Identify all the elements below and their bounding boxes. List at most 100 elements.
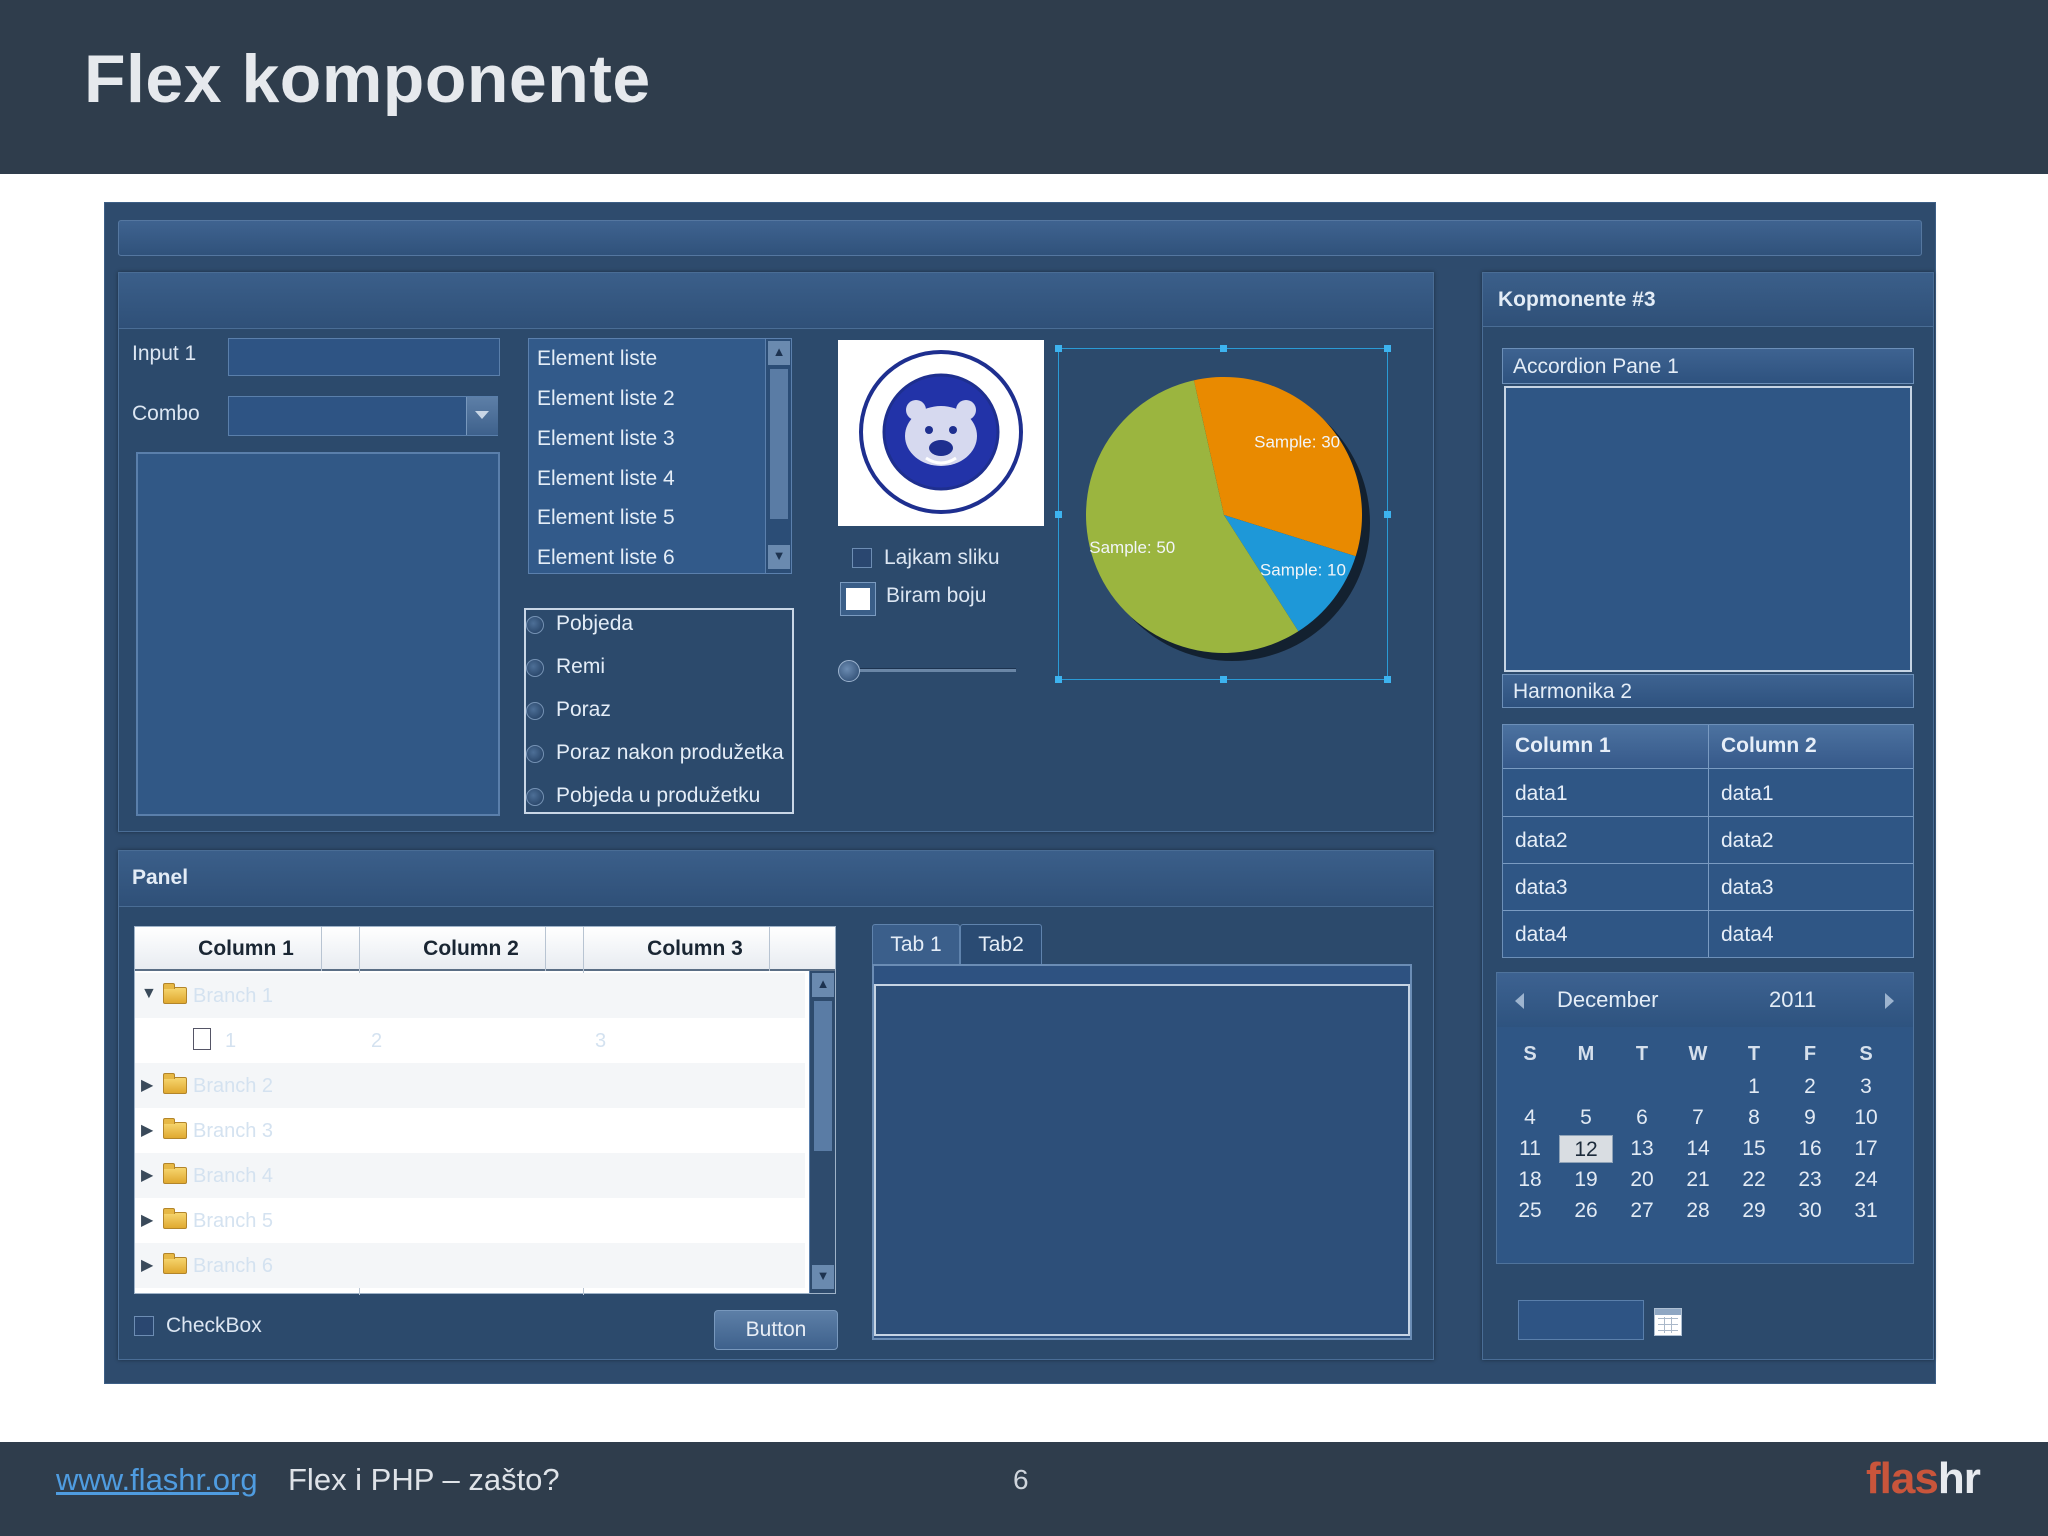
selection-handle[interactable] <box>1055 676 1062 683</box>
like-image-checkbox[interactable] <box>852 548 872 568</box>
scroll-up-icon[interactable]: ▲ <box>812 973 834 997</box>
calendar-day[interactable]: 16 <box>1783 1135 1837 1163</box>
radio-button[interactable] <box>526 745 544 763</box>
slider-track[interactable] <box>848 668 1016 672</box>
list-box[interactable]: Element liste Element liste 2 Element li… <box>528 338 792 574</box>
list-scrollbar[interactable]: ▲ ▼ <box>765 339 791 573</box>
expand-arrow-icon[interactable]: ▶ <box>141 1120 153 1140</box>
checkbox[interactable] <box>134 1316 154 1336</box>
data-cell[interactable]: data4 <box>1503 912 1708 958</box>
data-cell[interactable]: data3 <box>1503 865 1708 911</box>
column-header[interactable]: Column 3 <box>583 937 807 961</box>
calendar-icon[interactable] <box>1654 1308 1682 1336</box>
calendar-day[interactable]: 30 <box>1783 1197 1837 1225</box>
color-picker[interactable] <box>840 582 876 616</box>
calendar-day[interactable]: 19 <box>1559 1166 1613 1194</box>
calendar-day[interactable]: 10 <box>1839 1104 1893 1132</box>
button[interactable]: Button <box>714 1310 838 1350</box>
text-area[interactable] <box>136 452 500 816</box>
list-item[interactable]: Element liste 2 <box>537 387 675 411</box>
calendar-day[interactable]: 13 <box>1615 1135 1669 1163</box>
column-header[interactable]: Column 1 <box>135 937 357 961</box>
calendar-day[interactable]: 18 <box>1503 1166 1557 1194</box>
expand-arrow-icon[interactable]: ▶ <box>141 1075 153 1095</box>
calendar-day[interactable]: 27 <box>1615 1197 1669 1225</box>
calendar-day[interactable]: 6 <box>1615 1104 1669 1132</box>
tree-row[interactable]: ▶ Branch 5 <box>135 1198 805 1243</box>
tree-row[interactable]: ▶ Branch 2 <box>135 1063 805 1108</box>
data-cell[interactable]: data1 <box>1709 771 1913 817</box>
radio-button[interactable] <box>526 659 544 677</box>
list-item[interactable]: Element liste 6 <box>537 546 675 570</box>
next-month-icon[interactable] <box>1885 993 1894 1009</box>
selection-handle[interactable] <box>1220 345 1227 352</box>
expand-arrow-icon[interactable]: ▶ <box>141 1210 153 1230</box>
scroll-thumb[interactable] <box>814 1001 832 1151</box>
list-item[interactable]: Element liste 5 <box>537 506 675 530</box>
expand-arrow-icon[interactable]: ▶ <box>141 1165 153 1185</box>
calendar-day[interactable]: 21 <box>1671 1166 1725 1194</box>
calendar-day[interactable]: 23 <box>1783 1166 1837 1194</box>
calendar-day[interactable]: 2 <box>1783 1073 1837 1101</box>
column-header[interactable]: Column 1 <box>1503 725 1708 769</box>
selection-handle[interactable] <box>1055 345 1062 352</box>
selection-handle[interactable] <box>1055 511 1062 518</box>
column-header[interactable]: Column 2 <box>359 937 583 961</box>
calendar-day[interactable]: 15 <box>1727 1135 1781 1163</box>
scroll-thumb[interactable] <box>770 369 788 519</box>
list-item[interactable]: Element liste 3 <box>537 427 675 451</box>
input1-field[interactable] <box>228 338 500 376</box>
radio-button[interactable] <box>526 788 544 806</box>
calendar-day[interactable]: 24 <box>1839 1166 1893 1194</box>
calendar-day[interactable]: 4 <box>1503 1104 1557 1132</box>
radio-button[interactable] <box>526 702 544 720</box>
calendar-day[interactable]: 17 <box>1839 1135 1893 1163</box>
tree-grid-scrollbar[interactable]: ▲ ▼ <box>809 971 835 1293</box>
footer-link[interactable]: www.flashr.org <box>56 1462 258 1498</box>
calendar-day[interactable]: 11 <box>1503 1135 1557 1163</box>
tab-2[interactable]: Tab2 <box>960 924 1042 966</box>
calendar-day[interactable]: 8 <box>1727 1104 1781 1132</box>
scroll-down-icon[interactable]: ▼ <box>812 1265 834 1289</box>
list-item[interactable]: Element liste <box>537 347 657 371</box>
calendar-day[interactable]: 26 <box>1559 1197 1613 1225</box>
calendar-day[interactable]: 12 <box>1559 1135 1613 1163</box>
tree-row[interactable]: ▶ Branch 6 <box>135 1243 805 1288</box>
calendar-day[interactable]: 9 <box>1783 1104 1837 1132</box>
tree-row[interactable]: ▶ Branch 4 <box>135 1153 805 1198</box>
calendar-day[interactable]: 1 <box>1727 1073 1781 1101</box>
scroll-down-icon[interactable]: ▼ <box>768 545 790 569</box>
data-cell[interactable]: data3 <box>1709 865 1913 911</box>
radio-button[interactable] <box>526 616 544 634</box>
tree-row[interactable]: 1 2 3 <box>135 1018 805 1063</box>
calendar-day[interactable]: 20 <box>1615 1166 1669 1194</box>
prev-month-icon[interactable] <box>1515 993 1524 1009</box>
data-cell[interactable]: data2 <box>1503 818 1708 864</box>
column-header[interactable]: Column 2 <box>1709 725 1913 769</box>
tree-row[interactable]: ▼ Branch 1 <box>135 973 805 1018</box>
combo-box[interactable] <box>228 396 498 436</box>
selection-handle[interactable] <box>1384 345 1391 352</box>
calendar-day[interactable]: 3 <box>1839 1073 1893 1101</box>
calendar-day[interactable]: 31 <box>1839 1197 1893 1225</box>
calendar-day[interactable]: 25 <box>1503 1197 1557 1225</box>
scroll-up-icon[interactable]: ▲ <box>768 341 790 365</box>
accordion-header-2[interactable]: Harmonika 2 <box>1502 674 1914 708</box>
calendar-day[interactable]: 22 <box>1727 1166 1781 1194</box>
calendar-day[interactable]: 28 <box>1671 1197 1725 1225</box>
accordion-header-1[interactable]: Accordion Pane 1 <box>1502 348 1914 384</box>
slider-thumb[interactable] <box>838 660 860 682</box>
list-item[interactable]: Element liste 4 <box>537 467 675 491</box>
tab-1[interactable]: Tab 1 <box>872 924 960 966</box>
date-field[interactable] <box>1518 1300 1644 1340</box>
tree-row[interactable]: ▶ Branch 3 <box>135 1108 805 1153</box>
collapse-arrow-icon[interactable]: ▼ <box>141 985 157 1003</box>
data-cell[interactable]: data1 <box>1503 771 1708 817</box>
calendar-day[interactable]: 7 <box>1671 1104 1725 1132</box>
expand-arrow-icon[interactable]: ▶ <box>141 1255 153 1275</box>
calendar-day[interactable]: 14 <box>1671 1135 1725 1163</box>
data-grid[interactable]: Column 1 Column 2 data1 data1 data2 data… <box>1502 724 1914 958</box>
data-cell[interactable]: data2 <box>1709 818 1913 864</box>
data-cell[interactable]: data4 <box>1709 912 1913 958</box>
calendar-day[interactable]: 29 <box>1727 1197 1781 1225</box>
